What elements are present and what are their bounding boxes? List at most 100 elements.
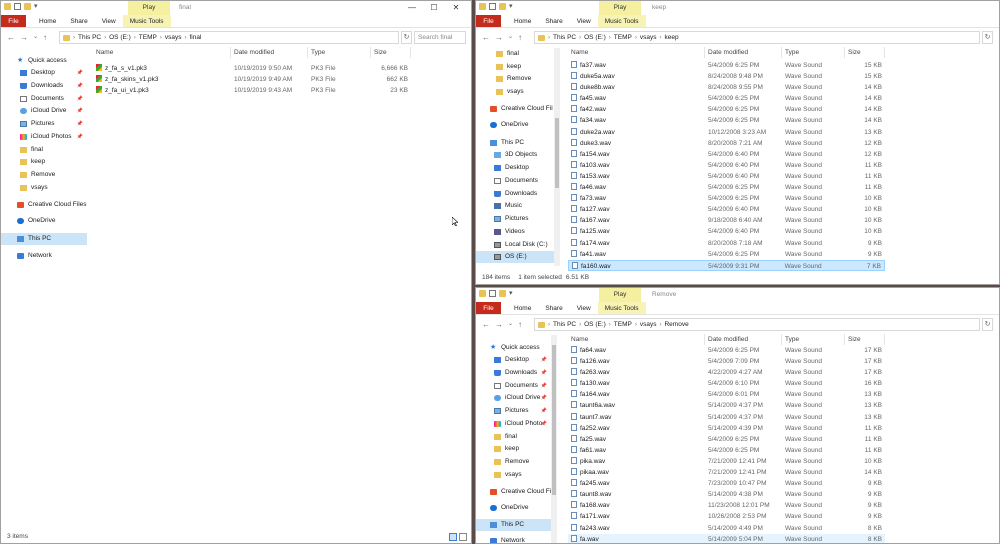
file-row[interactable]: fa160.wav 5/4/2009 9:31 PM Wave Sound 7 KB — [568, 259, 885, 271]
column-name[interactable]: Name — [568, 47, 705, 58]
sidebar-item[interactable]: 3D Objects — [476, 149, 554, 161]
file-row[interactable]: fa164.wav 5/4/2009 6:01 PM Wave Sound 13 KB — [568, 389, 885, 400]
title-bar[interactable]: ▾ Play Remove — [476, 288, 999, 302]
sidebar-item[interactable]: vsays — [1, 182, 87, 194]
sidebar-item[interactable]: Creative Cloud Fil — [476, 103, 554, 115]
play-tab[interactable]: Play — [599, 1, 641, 15]
sidebar-item[interactable]: Network — [476, 535, 551, 543]
address-bar[interactable]: › This PC › OS (E:) › TEMP › vsays › fin… — [59, 31, 399, 44]
file-row[interactable]: fa125.wav 5/4/2009 6:40 PM Wave Sound 10 KB — [568, 226, 885, 237]
breadcrumb-item[interactable]: vsays — [640, 34, 657, 41]
breadcrumb-item[interactable]: final — [189, 34, 201, 41]
properties-icon[interactable] — [14, 3, 21, 10]
sidebar-item[interactable]: keep — [476, 443, 551, 455]
nav-pane-scrollbar[interactable] — [554, 48, 560, 266]
sidebar-item[interactable]: OneDrive — [476, 119, 554, 131]
file-row[interactable]: fa168.wav 11/23/2008 12:01 PM Wave Sound 9 … — [568, 500, 885, 511]
breadcrumb-item[interactable]: OS (E:) — [584, 321, 606, 328]
file-tab[interactable]: File — [1, 15, 26, 27]
sidebar-item[interactable]: Desktop 📌 — [1, 67, 87, 79]
new-folder-icon[interactable] — [499, 3, 506, 10]
sidebar-item[interactable]: keep — [476, 61, 554, 73]
breadcrumb-item[interactable]: This PC — [78, 34, 101, 41]
nav-pane-scrollbar[interactable] — [551, 335, 557, 543]
breadcrumb-item[interactable]: vsays — [640, 321, 657, 328]
music-tools-tab[interactable]: Music Tools — [597, 302, 646, 314]
file-row[interactable]: fa46.wav 5/4/2009 6:25 PM Wave Sound 11 KB — [568, 182, 885, 193]
file-row[interactable]: fa252.wav 5/14/2009 4:39 PM Wave Sound 11 K… — [568, 423, 885, 434]
up-arrow-icon[interactable]: ↑ — [43, 33, 47, 42]
sidebar-item[interactable]: This PC — [1, 233, 87, 245]
breadcrumb-item[interactable]: OS (E:) — [584, 34, 606, 41]
breadcrumb-item[interactable]: vsays — [165, 34, 182, 41]
customize-toolbar-icon[interactable]: ▾ — [509, 290, 513, 297]
close-button[interactable]: ✕ — [445, 1, 467, 15]
breadcrumb-item[interactable]: TEMP — [614, 321, 632, 328]
scrollbar-thumb[interactable] — [555, 118, 559, 188]
view-tab[interactable]: View — [570, 302, 598, 314]
address-bar[interactable]: › This PC › OS (E:) › TEMP › vsays › kee… — [534, 31, 980, 44]
sidebar-item[interactable]: final — [476, 431, 551, 443]
file-row[interactable]: duke3.wav 8/20/2008 7:21 AM Wave Sound 12 K… — [568, 138, 885, 149]
pin-icon[interactable]: 📌 — [541, 380, 547, 392]
share-tab[interactable]: Share — [538, 302, 569, 314]
pin-icon[interactable]: 📌 — [77, 80, 83, 92]
sidebar-item[interactable]: OS (E:) — [476, 251, 554, 263]
back-arrow-icon[interactable]: ← — [482, 320, 490, 329]
play-tab[interactable]: Play — [128, 1, 170, 15]
sidebar-item[interactable]: Remove — [476, 73, 554, 85]
breadcrumb-item[interactable]: This PC — [553, 34, 576, 41]
sidebar-item[interactable]: Remove — [476, 456, 551, 468]
file-row[interactable]: fa167.wav 9/18/2008 6:40 AM Wave Sound 10 K… — [568, 215, 885, 226]
sidebar-item[interactable]: ★ Quick access — [1, 55, 87, 67]
column-type[interactable]: Type — [308, 47, 371, 58]
refresh-button[interactable]: ↻ — [982, 31, 993, 44]
file-row[interactable]: fa61.wav 5/4/2009 6:25 PM Wave Sound 11 KB — [568, 445, 885, 456]
column-type[interactable]: Type — [782, 47, 845, 58]
title-bar[interactable]: ▾ Play keep — [476, 1, 999, 15]
column-size[interactable]: Size — [371, 47, 411, 58]
sidebar-item[interactable]: Pictures 📌 — [476, 405, 551, 417]
back-arrow-icon[interactable]: ← — [482, 33, 490, 42]
file-row[interactable]: taunt7.wav 5/14/2009 4:37 PM Wave Sound 13 … — [568, 412, 885, 423]
sidebar-item[interactable]: Videos — [476, 226, 554, 238]
sidebar-item[interactable]: Documents 📌 — [1, 93, 87, 105]
sidebar-item[interactable]: OneDrive — [476, 502, 551, 514]
forward-arrow-icon[interactable]: → — [495, 320, 503, 329]
recent-chevron-icon[interactable]: ⌄ — [508, 33, 513, 42]
sidebar-item[interactable]: iCloud Photos 📌 — [1, 131, 87, 143]
file-row[interactable]: fa42.wav 5/4/2009 6:25 PM Wave Sound 14 KB — [568, 104, 885, 115]
file-row[interactable]: fa25.wav 5/4/2009 6:25 PM Wave Sound 11 KB — [568, 434, 885, 445]
sidebar-item[interactable]: vsays — [476, 86, 554, 98]
properties-icon[interactable] — [489, 290, 496, 297]
file-row[interactable]: pikaa.wav 7/21/2009 12:41 PM Wave Sound 14 … — [568, 467, 885, 478]
minimize-button[interactable]: — — [401, 1, 423, 15]
sidebar-item[interactable]: This PC — [476, 137, 554, 149]
pin-icon[interactable]: 📌 — [541, 354, 547, 366]
sidebar-item[interactable]: iCloud Photo 📌 — [476, 418, 551, 430]
sidebar-item[interactable]: final — [476, 48, 554, 60]
file-row[interactable]: z_fa_s_v1.pk3 10/19/2019 9:50 AM PK3 File 6… — [93, 63, 411, 74]
sidebar-item[interactable]: Music — [476, 200, 554, 212]
file-row[interactable]: fa130.wav 5/4/2009 6:10 PM Wave Sound 16 KB — [568, 378, 885, 389]
refresh-button[interactable]: ↻ — [401, 31, 412, 44]
file-row[interactable]: fa154.wav 5/4/2009 6:40 PM Wave Sound 12 KB — [568, 149, 885, 160]
file-row[interactable]: fa41.wav 5/4/2009 6:25 PM Wave Sound 9 KB — [568, 249, 885, 260]
file-row[interactable]: taunt8.wav 5/14/2009 4:38 PM Wave Sound 9 K… — [568, 489, 885, 500]
column-date-modified[interactable]: Date modified — [705, 47, 782, 58]
sidebar-item[interactable]: Downloads 📌 — [1, 80, 87, 92]
play-tab[interactable]: Play — [599, 288, 641, 302]
file-row[interactable]: duke2a.wav 10/12/2008 3:23 AM Wave Sound 13… — [568, 127, 885, 138]
view-tab[interactable]: View — [570, 15, 598, 27]
sidebar-item[interactable]: Desktop — [476, 162, 554, 174]
file-row[interactable]: fa103.wav 5/4/2009 6:40 PM Wave Sound 11 KB — [568, 160, 885, 171]
pin-icon[interactable]: 📌 — [77, 118, 83, 130]
maximize-button[interactable]: ☐ — [423, 1, 445, 15]
file-row[interactable]: fa263.wav 4/22/2009 4:27 AM Wave Sound 17 K… — [568, 367, 885, 378]
file-row[interactable]: duke5a.wav 8/24/2008 9:48 PM Wave Sound 15 … — [568, 71, 885, 82]
file-row[interactable]: fa174.wav 8/20/2008 7:18 AM Wave Sound 9 KB — [568, 238, 885, 249]
pin-icon[interactable]: 📌 — [77, 105, 83, 117]
file-row[interactable]: fa37.wav 5/4/2009 6:25 PM Wave Sound 15 KB — [568, 60, 885, 71]
column-type[interactable]: Type — [782, 334, 845, 345]
pin-icon[interactable]: 📌 — [77, 93, 83, 105]
